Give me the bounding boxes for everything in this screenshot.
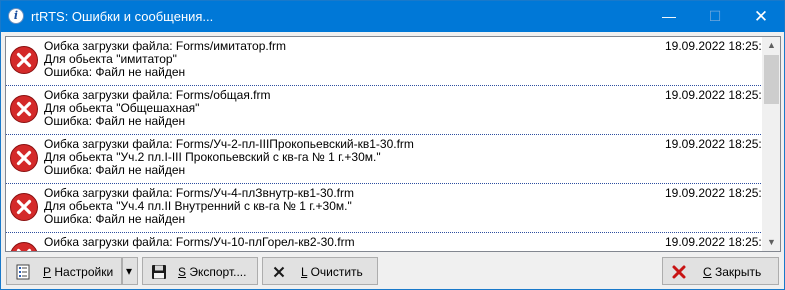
message-row[interactable]: Оибка загрузки файла: Forms/общая.frm Дл… xyxy=(6,86,775,135)
error-icon xyxy=(10,193,38,221)
close-button[interactable]: С Закрыть xyxy=(662,257,779,285)
error-icon xyxy=(10,144,38,172)
scroll-up-arrow[interactable]: ▲ xyxy=(763,37,780,54)
close-label: С Закрыть xyxy=(703,265,762,279)
error-icon xyxy=(10,242,38,251)
message-error-line: Ошибка: Файл не найден xyxy=(44,65,186,79)
scroll-thumb[interactable] xyxy=(764,55,779,104)
message-row[interactable]: Оибка загрузки файла: Forms/Уч-4-плЗвнут… xyxy=(6,184,775,233)
settings-label: Р Настройки xyxy=(43,265,114,279)
message-timestamp: 19.09.2022 18:25:37 xyxy=(665,88,776,102)
clear-label: L Очистить xyxy=(301,265,363,279)
messages-list[interactable]: Оибка загрузки файла: Forms/имитатор.frm… xyxy=(5,36,781,252)
scroll-down-arrow[interactable]: ▼ xyxy=(763,234,780,251)
message-row[interactable]: Оибка загрузки файла: Forms/Уч-10-плГоре… xyxy=(6,233,775,251)
clear-button[interactable]: L Очистить xyxy=(262,257,378,285)
message-timestamp: 19.09.2022 18:25:37 xyxy=(665,186,776,200)
settings-dropdown-button[interactable]: ▾ xyxy=(122,257,138,285)
message-error-line: Ошибка: Файл не найден xyxy=(44,114,186,128)
floppy-disk-icon xyxy=(152,265,166,279)
settings-button[interactable]: Р Настройки xyxy=(6,257,122,285)
message-row[interactable]: Оибка загрузки файла: Forms/Уч-2-пл-IIIП… xyxy=(6,135,775,184)
error-icon xyxy=(10,46,38,74)
message-timestamp: 19.09.2022 18:25:37 xyxy=(665,39,776,53)
minimize-button[interactable]: — xyxy=(646,1,692,32)
vertical-scrollbar[interactable]: ▲ ▼ xyxy=(762,37,780,251)
title-bar[interactable]: i rtRTS: Ошибки и сообщения... — ☐ ✕ xyxy=(1,1,784,32)
message-error-line: Ошибка: Файл не найден xyxy=(44,163,186,177)
window-title: rtRTS: Ошибки и сообщения... xyxy=(31,9,214,24)
maximize-button[interactable]: ☐ xyxy=(692,1,738,32)
message-timestamp: 19.09.2022 18:25:37 xyxy=(665,235,776,249)
message-file-line: Оибка загрузки файла: Forms/Уч-10-плГоре… xyxy=(44,235,355,249)
chevron-down-icon: ▾ xyxy=(126,264,133,278)
message-error-line: Ошибка: Файл не найден xyxy=(44,212,186,226)
export-label: S Экспорт.... xyxy=(178,265,247,279)
error-messages-window: i rtRTS: Ошибки и сообщения... — ☐ ✕ Оиб… xyxy=(0,0,785,290)
message-timestamp: 19.09.2022 18:25:37 xyxy=(665,137,776,151)
red-x-icon xyxy=(672,265,686,279)
info-icon: i xyxy=(8,8,24,24)
messages-rows: Оибка загрузки файла: Forms/имитатор.frm… xyxy=(6,37,775,251)
message-row[interactable]: Оибка загрузки файла: Forms/имитатор.frm… xyxy=(6,37,775,86)
close-window-button[interactable]: ✕ xyxy=(738,1,784,32)
export-button[interactable]: S Экспорт.... xyxy=(142,257,258,285)
settings-list-icon xyxy=(16,264,30,280)
x-icon xyxy=(273,266,285,278)
error-icon xyxy=(10,95,38,123)
